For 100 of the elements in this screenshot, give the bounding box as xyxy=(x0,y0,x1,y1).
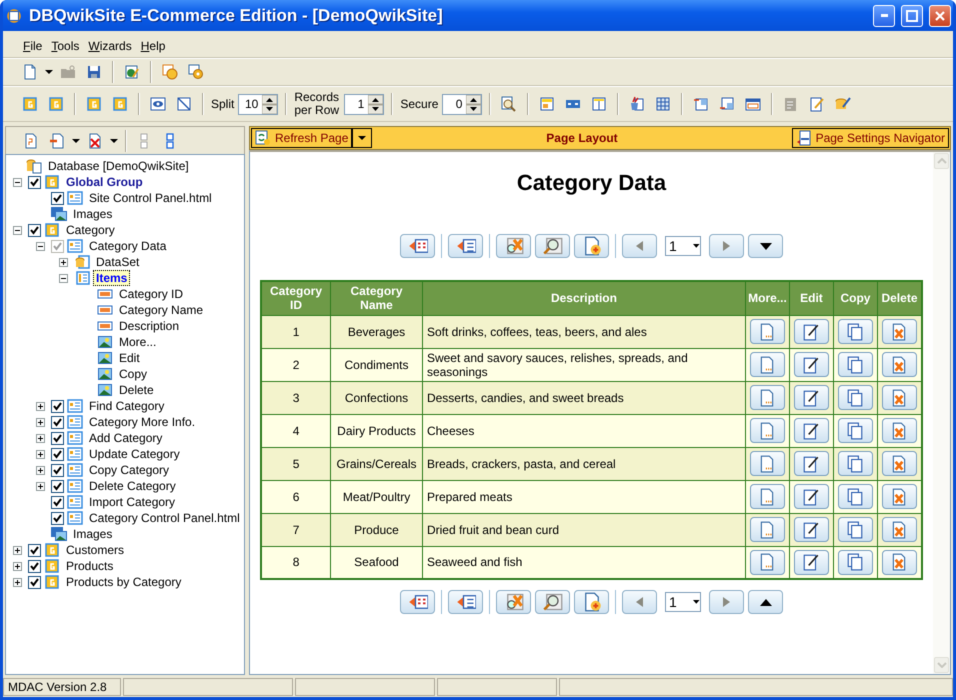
jump-button[interactable] xyxy=(748,234,783,258)
back-button[interactable] xyxy=(448,234,483,258)
copy-button[interactable] xyxy=(838,418,873,443)
tree-item[interactable]: Customers xyxy=(63,542,128,558)
more-button[interactable] xyxy=(750,484,785,509)
expander[interactable] xyxy=(36,482,44,490)
tree-item[interactable]: Find Category xyxy=(86,398,168,414)
checkbox[interactable] xyxy=(51,512,64,524)
maximize-button[interactable] xyxy=(901,4,923,26)
back-button[interactable] xyxy=(400,234,435,258)
copy-button[interactable] xyxy=(838,550,873,575)
expander[interactable] xyxy=(36,466,44,474)
tree-item[interactable]: Site Control Panel.html xyxy=(86,190,215,206)
expander[interactable] xyxy=(36,402,44,410)
add-button[interactable] xyxy=(574,590,609,614)
clear-search-button[interactable] xyxy=(496,590,531,614)
checkbox[interactable] xyxy=(28,560,41,572)
expander[interactable] xyxy=(12,178,22,186)
tree-item[interactable]: Database [DemoQwikSite] xyxy=(45,158,192,174)
delete-button[interactable] xyxy=(882,484,917,509)
tree-item[interactable]: Add Category xyxy=(86,430,166,446)
expander[interactable] xyxy=(12,562,22,570)
search-button[interactable] xyxy=(535,234,570,258)
tree-item[interactable]: Category More Info. xyxy=(86,414,198,430)
expander[interactable] xyxy=(36,418,44,426)
refresh-button[interactable]: Refresh Page xyxy=(251,128,352,148)
more-button[interactable] xyxy=(750,550,785,575)
spin-field[interactable]: 1 xyxy=(344,94,384,114)
more-button[interactable] xyxy=(750,517,785,542)
spin-field[interactable]: 10 xyxy=(238,94,278,114)
previous-button[interactable] xyxy=(622,234,657,258)
checkbox[interactable] xyxy=(51,432,64,444)
search-button[interactable] xyxy=(535,590,570,614)
copy-button[interactable] xyxy=(838,385,873,410)
tree-item[interactable]: Global Group xyxy=(63,174,146,190)
delete-button[interactable] xyxy=(882,451,917,476)
copy-button[interactable] xyxy=(838,352,873,377)
copy-button[interactable] xyxy=(838,517,873,542)
more-button[interactable] xyxy=(750,352,785,377)
checkbox[interactable] xyxy=(51,192,64,204)
menu-item[interactable]: Help xyxy=(138,36,172,54)
tree-item[interactable]: Update Category xyxy=(86,446,183,462)
tree-item[interactable]: Import Category xyxy=(86,494,178,510)
add-button[interactable] xyxy=(574,234,609,258)
checkbox[interactable] xyxy=(51,496,64,508)
edit-button[interactable] xyxy=(794,418,829,443)
more-button[interactable] xyxy=(750,385,785,410)
jump-button[interactable] xyxy=(748,590,783,614)
expander[interactable] xyxy=(36,434,44,442)
edit-button[interactable] xyxy=(794,451,829,476)
delete-button[interactable] xyxy=(882,319,917,344)
copy-button[interactable] xyxy=(838,484,873,509)
more-button[interactable] xyxy=(750,418,785,443)
expander[interactable] xyxy=(12,226,22,234)
expander[interactable] xyxy=(36,450,44,458)
checkbox[interactable] xyxy=(28,224,41,236)
checkbox[interactable] xyxy=(51,416,64,428)
edit-button[interactable] xyxy=(794,517,829,542)
delete-button[interactable] xyxy=(882,517,917,542)
delete-button[interactable] xyxy=(882,418,917,443)
checkbox[interactable] xyxy=(51,400,64,412)
checkbox[interactable] xyxy=(28,576,41,588)
edit-button[interactable] xyxy=(794,385,829,410)
tree-item[interactable]: Copy Category xyxy=(86,462,172,478)
delete-button[interactable] xyxy=(882,550,917,575)
tree-item[interactable]: Images xyxy=(70,526,116,542)
tree-item[interactable]: Images xyxy=(70,206,116,222)
menu-item[interactable]: File xyxy=(21,36,50,54)
spin-field[interactable]: 0 xyxy=(442,94,482,114)
minimize-button[interactable] xyxy=(873,4,895,26)
back-button[interactable] xyxy=(448,590,483,614)
page-select[interactable]: 1 xyxy=(665,236,701,256)
copy-button[interactable] xyxy=(838,319,873,344)
edit-button[interactable] xyxy=(794,550,829,575)
delete-button[interactable] xyxy=(882,352,917,377)
checkbox[interactable] xyxy=(51,464,64,476)
dropdown-button[interactable] xyxy=(352,128,372,148)
checkbox[interactable] xyxy=(28,176,41,188)
scrollbar[interactable] xyxy=(933,152,950,674)
expander[interactable] xyxy=(12,546,22,554)
delete-button[interactable] xyxy=(882,385,917,410)
tree-item[interactable]: Delete Category xyxy=(86,478,179,494)
expander[interactable] xyxy=(12,578,22,586)
tree-item[interactable]: Products xyxy=(63,558,116,574)
edit-button[interactable] xyxy=(794,352,829,377)
checkbox[interactable] xyxy=(51,448,64,460)
clear-search-button[interactable] xyxy=(496,234,531,258)
edit-button[interactable] xyxy=(794,319,829,344)
close-button[interactable] xyxy=(929,4,951,26)
more-button[interactable] xyxy=(750,451,785,476)
back-button[interactable] xyxy=(400,590,435,614)
tree-item[interactable]: Category xyxy=(63,222,118,238)
more-button[interactable] xyxy=(750,319,785,344)
settings-button[interactable]: Page Settings Navigator xyxy=(792,128,949,148)
copy-button[interactable] xyxy=(838,451,873,476)
menu-item[interactable]: Tools xyxy=(49,36,86,54)
tree-item[interactable]: Category Control Panel.html xyxy=(86,510,243,526)
checkbox[interactable] xyxy=(51,480,64,492)
checkbox[interactable] xyxy=(28,544,41,556)
tree-item[interactable]: Products by Category xyxy=(63,574,184,590)
